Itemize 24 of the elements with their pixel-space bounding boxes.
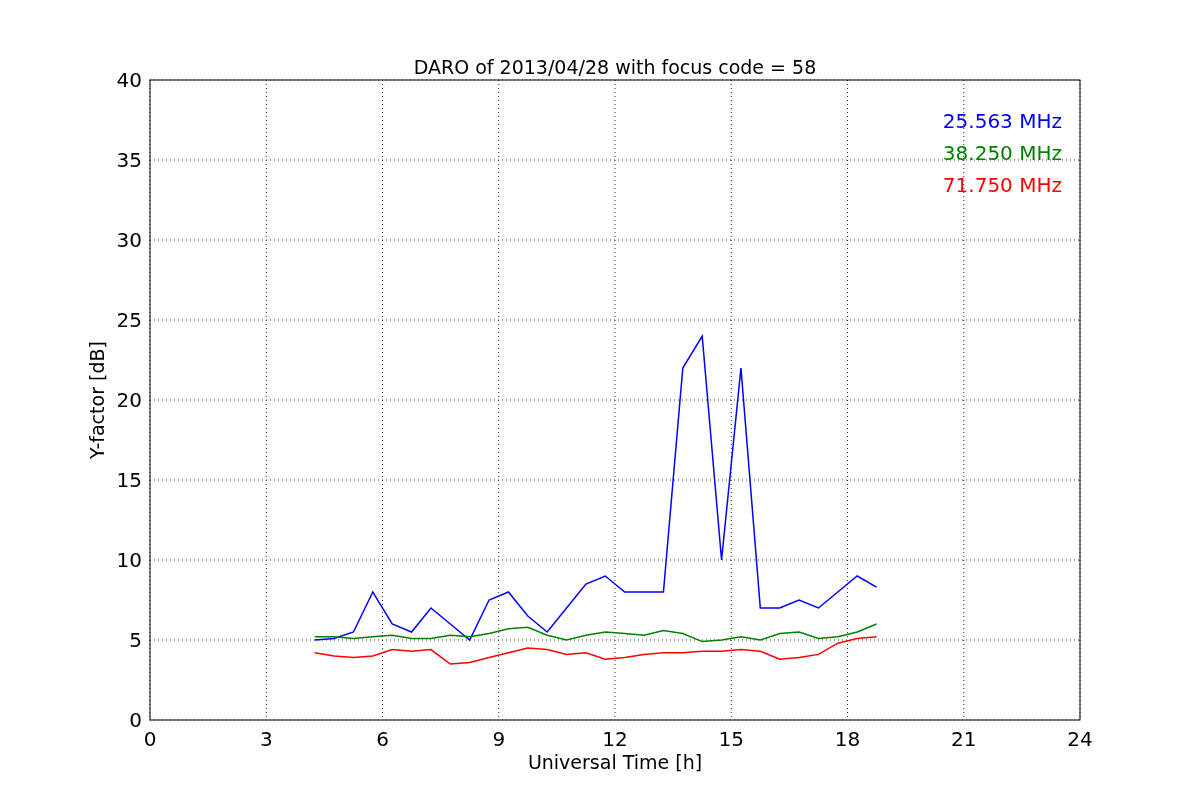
axis-tick-label: 30 bbox=[116, 228, 142, 252]
axis-tick-label: 6 bbox=[376, 727, 389, 751]
axis-tick-label: 18 bbox=[834, 727, 861, 751]
axis-tick-label: 12 bbox=[602, 727, 628, 751]
x-axis-label: Universal Time [h] bbox=[527, 751, 703, 773]
legend-label: 71.750 MHz bbox=[942, 173, 1062, 197]
legend-label: 25.563 MHz bbox=[942, 109, 1062, 133]
axis-tick-label: 35 bbox=[116, 148, 142, 172]
axis-tick-label: 24 bbox=[1067, 727, 1093, 751]
axis-tick-label: 0 bbox=[143, 727, 157, 751]
axis-tick-label: 40 bbox=[116, 68, 142, 92]
axis-tick-label: 0 bbox=[129, 708, 142, 732]
axis-tick-label: 10 bbox=[116, 548, 142, 572]
axis-tick-label: 21 bbox=[951, 727, 977, 751]
chart-title: DARO of 2013/04/28 with focus code = 58 bbox=[413, 56, 817, 78]
axis-tick-label: 15 bbox=[116, 468, 142, 492]
axis-tick-label: 3 bbox=[259, 727, 273, 751]
axis-tick-label: 5 bbox=[129, 628, 142, 652]
axis-tick-label: 15 bbox=[718, 727, 744, 751]
axis-tick-label: 20 bbox=[116, 388, 142, 412]
y-axis-label: Y-factor [dB] bbox=[86, 341, 108, 459]
axis-tick-label: 25 bbox=[116, 308, 142, 332]
axis-tick-label: 9 bbox=[492, 727, 506, 751]
legend-label: 38.250 MHz bbox=[942, 141, 1062, 165]
